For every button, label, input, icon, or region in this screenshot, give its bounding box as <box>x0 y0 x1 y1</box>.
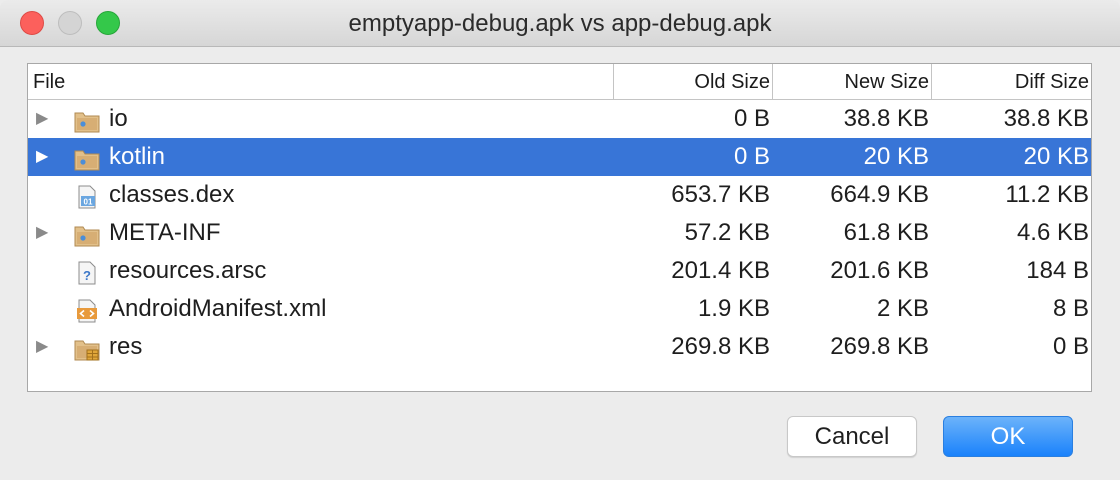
window-title: emptyapp-debug.apk vs app-debug.apk <box>348 10 772 37</box>
old-size-cell: 0 B <box>733 105 770 132</box>
table-row[interactable]: AndroidManifest.xml 1.9 KB 2 KB 8 B <box>28 290 1091 328</box>
table-row[interactable]: ▶ res 269.8 KB 269.8 KB 0 B <box>28 328 1091 366</box>
table-row[interactable]: ▶ META-INF 57.2 KB 61.8 KB 4.6 KB <box>28 214 1091 252</box>
old-size-cell: 201.4 KB <box>671 257 770 284</box>
column-header-new-size[interactable]: New Size <box>772 64 931 99</box>
old-size-cell: 653.7 KB <box>671 181 770 208</box>
new-size-cell: 61.8 KB <box>843 219 929 246</box>
expand-arrow-icon[interactable]: ▶ <box>36 328 52 366</box>
expand-arrow-icon[interactable]: ▶ <box>36 214 52 252</box>
file-name-cell: resources.arsc <box>109 257 267 284</box>
apk-compare-dialog: emptyapp-debug.apk vs app-debug.apk File… <box>0 0 1120 480</box>
old-size-cell: 269.8 KB <box>671 333 770 360</box>
folder-icon <box>74 221 100 247</box>
table-row[interactable]: ▶ kotlin 0 B 20 KB 20 KB <box>28 138 1091 176</box>
title-bar: emptyapp-debug.apk vs app-debug.apk <box>0 0 1120 47</box>
new-size-cell: 20 KB <box>863 143 929 170</box>
old-size-cell: 0 B <box>733 143 770 170</box>
row-indent <box>36 252 52 290</box>
column-header-old-size[interactable]: Old Size <box>613 64 772 99</box>
cancel-button[interactable]: Cancel <box>787 416 917 457</box>
diff-size-cell: 4.6 KB <box>1016 219 1089 246</box>
file-name-cell: kotlin <box>109 143 166 170</box>
diff-size-cell: 20 KB <box>1023 143 1089 170</box>
new-size-cell: 269.8 KB <box>830 333 929 360</box>
folder-icon <box>74 145 100 171</box>
dex-file-icon: 01 <box>74 183 100 209</box>
file-name-cell: META-INF <box>109 219 221 246</box>
column-header-file[interactable]: File <box>28 64 613 99</box>
file-name-cell: res <box>109 333 143 360</box>
table-body: ▶ io 0 B 38.8 KB 38.8 KB ▶ kotlin 0 B 20 KB 20 KB… <box>28 100 1091 366</box>
expand-arrow-icon[interactable]: ▶ <box>36 100 52 138</box>
row-indent <box>36 290 52 328</box>
expand-arrow-icon[interactable]: ▶ <box>36 138 52 176</box>
table-row[interactable]: ▶ io 0 B 38.8 KB 38.8 KB <box>28 100 1091 138</box>
table-header: File Old Size New Size Diff Size <box>28 64 1091 100</box>
diff-size-cell: 0 B <box>1052 333 1089 360</box>
diff-size-cell: 38.8 KB <box>1003 105 1089 132</box>
column-header-diff-size[interactable]: Diff Size <box>931 64 1091 99</box>
svg-text:?: ? <box>83 268 91 283</box>
table-row[interactable]: 01 classes.dex 653.7 KB 664.9 KB 11.2 KB <box>28 176 1091 214</box>
folder-icon <box>74 107 100 133</box>
row-indent <box>36 176 52 214</box>
diff-size-cell: 8 B <box>1052 295 1089 322</box>
diff-size-cell: 184 B <box>1026 257 1089 284</box>
ok-button[interactable]: OK <box>943 416 1073 457</box>
file-name-cell: io <box>109 105 128 132</box>
file-name-cell: classes.dex <box>109 181 235 208</box>
diff-size-cell: 11.2 KB <box>1005 181 1089 208</box>
svg-text:01: 01 <box>84 198 93 207</box>
new-size-cell: 2 KB <box>876 295 929 322</box>
file-name-cell: AndroidManifest.xml <box>109 295 327 322</box>
new-size-cell: 201.6 KB <box>830 257 929 284</box>
unknown-file-icon: ? <box>74 259 100 285</box>
new-size-cell: 664.9 KB <box>830 181 929 208</box>
xml-file-icon <box>74 297 100 323</box>
resource-folder-icon <box>74 335 100 361</box>
file-diff-table: File Old Size New Size Diff Size ▶ io 0 B 3… <box>27 63 1092 392</box>
old-size-cell: 1.9 KB <box>697 295 770 322</box>
old-size-cell: 57.2 KB <box>684 219 770 246</box>
table-row[interactable]: ? resources.arsc 201.4 KB 201.6 KB 184 B <box>28 252 1091 290</box>
new-size-cell: 38.8 KB <box>843 105 929 132</box>
